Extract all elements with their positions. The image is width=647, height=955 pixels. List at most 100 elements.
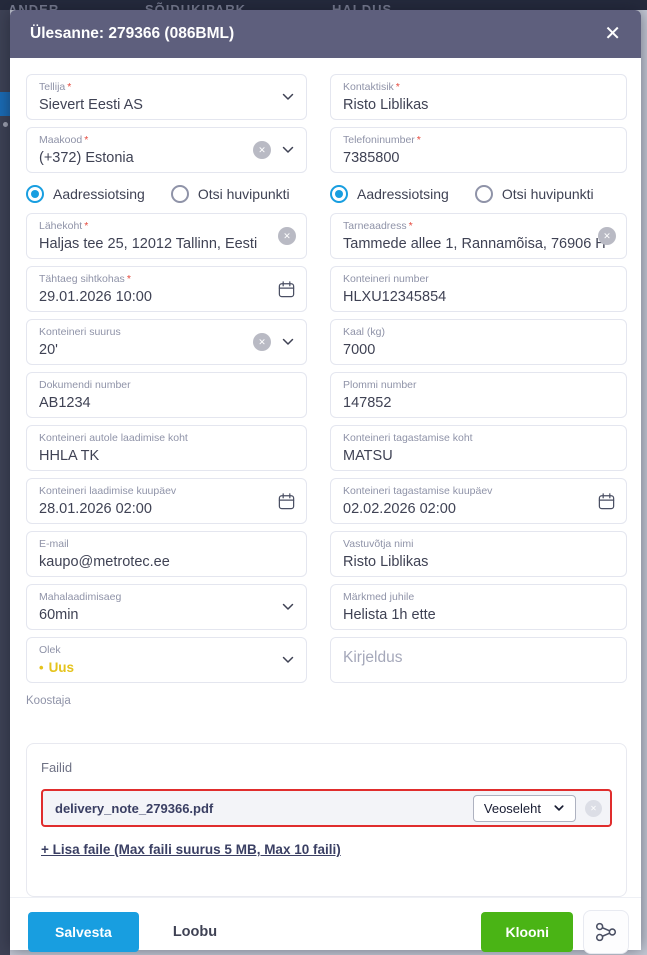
tagastamise-kuupaev-field[interactable]: Konteineri tagastamise kuupäev 02.02.202… <box>330 478 627 524</box>
field-label: E-mail <box>39 538 294 551</box>
save-button[interactable]: Salvesta <box>28 912 139 952</box>
plommi-number-field[interactable]: Plommi number 147852 <box>330 372 627 418</box>
field-value: Risto Liblikas <box>343 95 614 115</box>
required-asterisk: * <box>67 81 71 93</box>
field-value: Risto Liblikas <box>343 552 614 572</box>
field-value: Haljas tee 25, 12012 Tallinn, Eesti <box>39 234 294 254</box>
konteineri-suurus-select-field[interactable]: Konteineri suurus 20' ✕ <box>26 319 307 365</box>
status-badge: •Uus <box>39 658 294 678</box>
field-value: HLXU12345854 <box>343 287 614 307</box>
chevron-down-icon[interactable] <box>280 599 296 615</box>
koostaja-label: Koostaja <box>26 695 627 707</box>
field-value: 147852 <box>343 393 614 413</box>
field-label: Konteineri laadimise kuupäev <box>39 485 294 498</box>
maakood-select-field[interactable]: Maakood* (+372) Estonia ✕ <box>26 127 307 173</box>
field-label: Plommi number <box>343 379 614 392</box>
field-label: Lähekoht* <box>39 220 294 233</box>
kirjeldus-input[interactable] <box>331 638 626 682</box>
share-button[interactable] <box>583 910 629 954</box>
calendar-icon[interactable] <box>277 280 296 299</box>
field-label: Mahalaadimisaeg <box>39 591 294 604</box>
field-value: HHLA TK <box>39 446 294 466</box>
close-icon[interactable]: ✕ <box>604 24 621 44</box>
field-label: Dokumendi number <box>39 379 294 392</box>
status-dot-icon: • <box>39 660 44 675</box>
olek-select-field[interactable]: Olek •Uus <box>26 637 307 683</box>
field-label: Konteineri number <box>343 273 614 286</box>
sidebar-active-indicator <box>0 92 10 116</box>
laadimise-kuupaev-field[interactable]: Konteineri laadimise kuupäev 28.01.2026 … <box>26 478 307 524</box>
files-section: Failid delivery_note_279366.pdf Veoseleh… <box>26 743 627 897</box>
vastuvotja-nimi-field[interactable]: Vastuvõtja nimi Risto Liblikas <box>330 531 627 577</box>
sidebar-dot <box>3 122 8 127</box>
file-type-select[interactable]: Veoseleht <box>473 795 576 822</box>
cancel-button[interactable]: Loobu <box>173 924 217 940</box>
required-asterisk: * <box>396 81 400 93</box>
field-value: Sievert Eesti AS <box>39 95 294 115</box>
tellija-select-field[interactable]: Tellija* Sievert Eesti AS <box>26 74 307 120</box>
origin-radio-otsi-huvipunkti[interactable]: Otsi huvipunkti <box>171 185 290 203</box>
field-value: Helista 1h ette <box>343 605 614 625</box>
remove-file-icon[interactable]: ✕ <box>585 800 602 817</box>
field-label: Konteineri tagastamise kuupäev <box>343 485 614 498</box>
chevron-down-icon[interactable] <box>280 89 296 105</box>
field-value: 60min <box>39 605 294 625</box>
field-label: Tellija* <box>39 81 294 94</box>
files-section-label: Failid <box>41 760 612 775</box>
modal-footer: Salvesta Loobu Klooni <box>10 897 641 955</box>
kirjeldus-textarea[interactable] <box>330 637 627 683</box>
origin-radio-group: Aadressiotsing Otsi huvipunkti <box>26 182 307 206</box>
markmed-juhile-field[interactable]: Märkmed juhile Helista 1h ette <box>330 584 627 630</box>
email-field[interactable]: E-mail kaupo@metrotec.ee <box>26 531 307 577</box>
modal-body: Tellija* Sievert Eesti AS Kontaktisik* R… <box>10 58 641 897</box>
destination-radio-otsi-huvipunkti[interactable]: Otsi huvipunkti <box>475 185 594 203</box>
modal-title: Ülesanne: 279366 (086BML) <box>30 25 234 43</box>
chevron-down-icon[interactable] <box>280 652 296 668</box>
calendar-icon[interactable] <box>597 492 616 511</box>
required-asterisk: * <box>84 134 88 146</box>
clear-icon[interactable]: ✕ <box>253 333 271 351</box>
field-label: Konteineri autole laadimise koht <box>39 432 294 445</box>
chevron-down-icon[interactable] <box>280 142 296 158</box>
required-asterisk: * <box>409 220 413 232</box>
kaal-field[interactable]: Kaal (kg) 7000 <box>330 319 627 365</box>
field-value: 02.02.2026 02:00 <box>343 499 614 519</box>
tahtaeg-sihtkohas-field[interactable]: Tähtaeg sihtkohas* 29.01.2026 10:00 <box>26 266 307 312</box>
file-name: delivery_note_279366.pdf <box>55 801 473 816</box>
field-value: MATSU <box>343 446 614 466</box>
add-files-link[interactable]: + Lisa faile (Max faili suurus 5 MB, Max… <box>41 842 341 857</box>
field-label: Vastuvõtja nimi <box>343 538 614 551</box>
clear-icon[interactable]: ✕ <box>278 227 296 245</box>
modal-header: Ülesanne: 279366 (086BML) ✕ <box>10 10 641 58</box>
screen: ANDER SÕIDUKIPARK HALDUS Ülesanne: 27936… <box>0 0 647 955</box>
chevron-down-icon[interactable] <box>280 334 296 350</box>
laadimise-koht-field[interactable]: Konteineri autole laadimise koht HHLA TK <box>26 425 307 471</box>
field-value: 29.01.2026 10:00 <box>39 287 294 307</box>
mahalaadimisaeg-select-field[interactable]: Mahalaadimisaeg 60min <box>26 584 307 630</box>
field-value: 7385800 <box>343 148 614 168</box>
calendar-icon[interactable] <box>277 492 296 511</box>
destination-radio-aadressiotsing[interactable]: Aadressiotsing <box>330 185 449 203</box>
kontaktisik-field[interactable]: Kontaktisik* Risto Liblikas <box>330 74 627 120</box>
field-value: Tammede allee 1, Rannamõisa, 76906 H <box>343 234 614 254</box>
tarneaadress-field[interactable]: Tarneaadress* Tammede allee 1, Rannamõis… <box>330 213 627 259</box>
clear-icon[interactable]: ✕ <box>253 141 271 159</box>
background-nav-item: HALDUS <box>332 2 392 10</box>
konteineri-number-field[interactable]: Konteineri number HLXU12345854 <box>330 266 627 312</box>
dokumendi-number-field[interactable]: Dokumendi number AB1234 <box>26 372 307 418</box>
telefoninumber-field[interactable]: Telefoninumber* 7385800 <box>330 127 627 173</box>
field-label: Konteineri tagastamise koht <box>343 432 614 445</box>
clear-icon[interactable]: ✕ <box>598 227 616 245</box>
origin-radio-aadressiotsing[interactable]: Aadressiotsing <box>26 185 145 203</box>
field-label: Olek <box>39 644 294 657</box>
field-label: Telefoninumber* <box>343 134 614 147</box>
clone-button[interactable]: Klooni <box>481 912 573 952</box>
field-value: 7000 <box>343 340 614 360</box>
field-value: 28.01.2026 02:00 <box>39 499 294 519</box>
field-label: Kontaktisik* <box>343 81 614 94</box>
tagastamise-koht-field[interactable]: Konteineri tagastamise koht MATSU <box>330 425 627 471</box>
field-label: Tähtaeg sihtkohas* <box>39 273 294 286</box>
lahekoht-field[interactable]: Lähekoht* Haljas tee 25, 12012 Tallinn, … <box>26 213 307 259</box>
chevron-down-icon <box>553 802 565 814</box>
field-value: kaupo@metrotec.ee <box>39 552 294 572</box>
